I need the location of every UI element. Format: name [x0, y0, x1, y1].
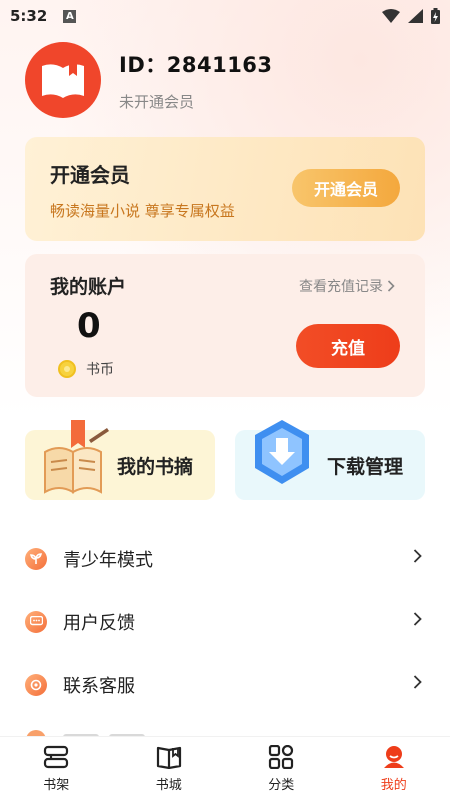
- menu-label-feedback: 用户反馈: [63, 612, 135, 634]
- tab-bookshelf[interactable]: 书架: [0, 737, 113, 800]
- book-logo-icon: [42, 62, 84, 98]
- member-status: 未开通会员: [119, 92, 195, 111]
- signal-icon: [408, 9, 423, 23]
- coin-label: 书币: [86, 362, 114, 378]
- bookshelf-icon: [44, 745, 69, 768]
- tab-label-category: 分类: [268, 777, 295, 793]
- menu-label-customer-service: 联系客服: [63, 675, 135, 697]
- coin-unit: 书币: [58, 359, 114, 379]
- open-vip-button[interactable]: 开通会员: [292, 169, 400, 207]
- battery-icon: [431, 8, 440, 24]
- recharge-record-label: 查看充值记录: [299, 279, 383, 295]
- book-open-icon: [156, 746, 181, 769]
- tab-label-bookshelf: 书架: [43, 777, 70, 793]
- chevron-right-icon: [413, 549, 422, 563]
- status-time: 5:32: [10, 7, 48, 25]
- settings-menu: 青少年模式 用户反馈 联系客服: [0, 527, 450, 716]
- chevron-right-icon: [413, 675, 422, 689]
- recharge-button[interactable]: 充值: [296, 324, 400, 368]
- my-excerpts-label: 我的书摘: [117, 455, 194, 478]
- status-bar: 5:32 A: [0, 0, 450, 32]
- download-icon: [251, 418, 313, 496]
- coin-balance: 0: [77, 306, 101, 346]
- category-grid-icon: [269, 744, 294, 769]
- account-card: 我的账户 查看充值记录 0 书币 充值: [25, 254, 425, 397]
- download-manager-tile[interactable]: 下载管理: [235, 420, 425, 500]
- sprout-icon: [25, 547, 47, 570]
- coin-icon: [58, 360, 76, 378]
- profile-icon: [383, 745, 404, 768]
- avatar[interactable]: [25, 42, 101, 118]
- bottom-tab-bar: 书架 书城 分类 我的: [0, 736, 450, 800]
- service-icon: [25, 673, 47, 696]
- tab-bookstore[interactable]: 书城: [113, 737, 226, 800]
- download-manager-label: 下载管理: [327, 455, 404, 478]
- chevron-right-icon: [387, 280, 395, 292]
- notification-icon: A: [63, 9, 77, 23]
- chat-icon: [25, 610, 47, 633]
- recharge-record-link[interactable]: 查看充值记录: [299, 276, 395, 296]
- book-excerpt-icon: [41, 418, 111, 500]
- menu-label-teen-mode: 青少年模式: [63, 549, 153, 571]
- menu-item-teen-mode[interactable]: 青少年模式: [0, 527, 450, 590]
- user-id: ID：2841163: [119, 52, 273, 77]
- tab-label-bookstore: 书城: [155, 777, 182, 793]
- status-icons: [382, 8, 440, 24]
- menu-item-feedback[interactable]: 用户反馈: [0, 590, 450, 653]
- profile-header: ID：2841163 未开通会员: [25, 42, 273, 118]
- tab-category[interactable]: 分类: [225, 737, 338, 800]
- vip-card[interactable]: 开通会员 畅读海量小说 尊享专属权益 开通会员: [25, 137, 425, 241]
- tab-mine[interactable]: 我的: [338, 737, 450, 800]
- wifi-icon: [382, 9, 400, 23]
- my-excerpts-tile[interactable]: 我的书摘: [25, 420, 215, 500]
- tab-label-mine: 我的: [380, 777, 407, 793]
- menu-item-customer-service[interactable]: 联系客服: [0, 653, 450, 716]
- chevron-right-icon: [413, 612, 422, 626]
